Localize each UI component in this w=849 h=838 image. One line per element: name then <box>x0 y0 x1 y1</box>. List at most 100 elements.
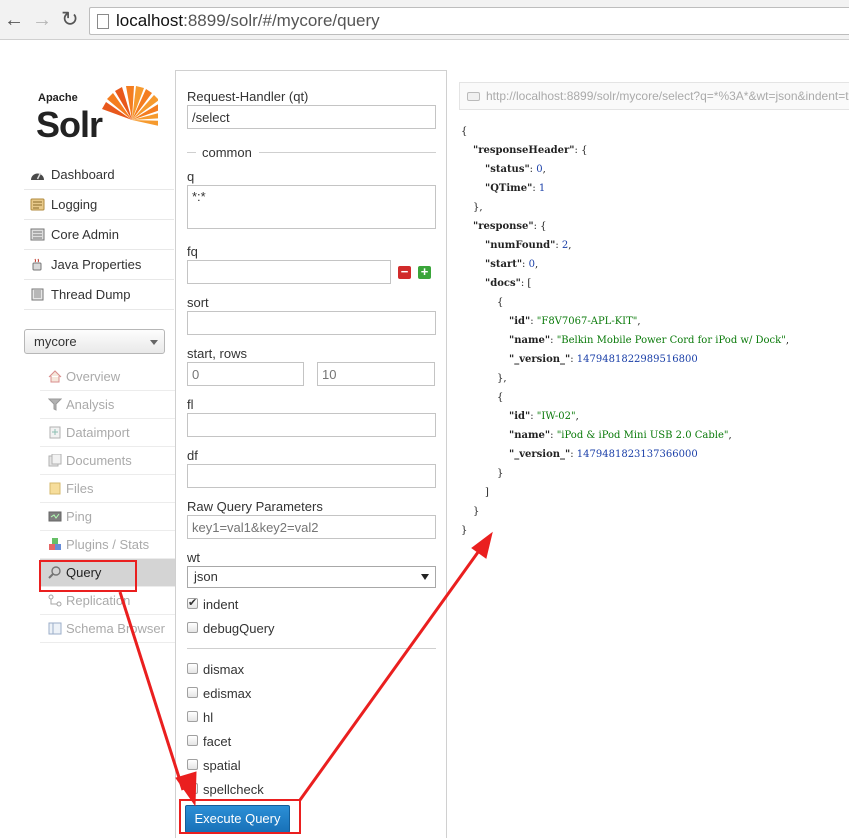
main-navigation: Dashboard Logging Core Admin Java Proper… <box>24 160 174 310</box>
form-divider <box>187 648 436 649</box>
sort-input[interactable] <box>187 311 436 335</box>
common-legend-line-right <box>259 152 436 153</box>
edismax-checkbox[interactable] <box>187 687 198 698</box>
json-punct: , <box>568 240 572 251</box>
forward-arrow-icon[interactable]: → <box>32 9 52 31</box>
json-line: "docs": [ <box>461 274 849 293</box>
json-key: "status" <box>485 164 530 175</box>
json-line: "id": "IW-02", <box>461 407 849 426</box>
core-nav-files[interactable]: Files <box>40 475 175 503</box>
start-input[interactable] <box>187 362 304 386</box>
address-bar[interactable]: localhost:8899/solr/#/mycore/query <box>89 7 849 35</box>
json-line: "name": "Belkin Mobile Power Cord for iP… <box>461 331 849 350</box>
json-punct: } <box>497 468 504 479</box>
json-punct: , <box>575 411 579 422</box>
raw-params-label: Raw Query Parameters <box>187 499 323 514</box>
json-punct: }, <box>473 202 483 213</box>
json-key: "id" <box>509 411 531 422</box>
hl-checkbox[interactable] <box>187 711 198 722</box>
json-string: "iPod & iPod Mini USB 2.0 Cable" <box>556 430 729 441</box>
rows-input[interactable] <box>317 362 435 386</box>
core-nav-analysis[interactable]: Analysis <box>40 391 175 419</box>
core-nav-documents[interactable]: Documents <box>40 447 175 475</box>
analysis-icon <box>48 398 62 411</box>
replication-icon <box>48 594 62 607</box>
facet-checkbox[interactable] <box>187 735 198 746</box>
dismax-checkbox[interactable] <box>187 663 198 674</box>
core-nav-ping[interactable]: Ping <box>40 503 175 531</box>
json-punct: } <box>461 525 468 536</box>
core-nav-dataimport[interactable]: Dataimport <box>40 419 175 447</box>
core-navigation: Overview Analysis Dataimport Documents F… <box>40 363 175 643</box>
raw-params-input[interactable] <box>187 515 436 539</box>
fq-input[interactable] <box>187 260 391 284</box>
core-nav-label: Overview <box>66 369 121 384</box>
nav-item-core-admin[interactable]: Core Admin <box>24 220 174 250</box>
dataimport-icon <box>49 426 61 439</box>
json-string: "IW-02" <box>536 411 576 422</box>
json-punct: , <box>637 316 641 327</box>
overview-icon <box>48 370 62 383</box>
logging-icon <box>30 198 45 211</box>
result-url-bar[interactable]: http://localhost:8899/solr/mycore/select… <box>459 82 849 110</box>
json-line: }, <box>461 369 849 388</box>
json-line: "numFound": 2, <box>461 236 849 255</box>
spellcheck-label: spellcheck <box>203 782 264 797</box>
json-key: "numFound" <box>485 240 556 251</box>
core-nav-overview[interactable]: Overview <box>40 363 175 391</box>
debugquery-label: debugQuery <box>203 621 275 636</box>
json-key: "name" <box>509 430 551 441</box>
core-nav-label: Documents <box>66 453 132 468</box>
back-arrow-icon[interactable]: ← <box>4 9 24 31</box>
dismax-label: dismax <box>203 662 245 677</box>
nav-item-label: Core Admin <box>51 227 119 242</box>
json-punct: : [ <box>520 278 532 289</box>
debugquery-checkbox[interactable] <box>187 622 198 633</box>
core-nav-label: Dataimport <box>66 425 130 440</box>
core-nav-schema-browser[interactable]: Schema Browser <box>40 615 175 643</box>
chevron-down-icon <box>421 574 429 580</box>
core-selector[interactable]: mycore <box>24 329 165 354</box>
wt-select[interactable]: json <box>187 566 436 588</box>
url-path: :8899/solr/#/mycore/query <box>183 11 380 30</box>
spatial-checkbox[interactable] <box>187 759 198 770</box>
reload-icon[interactable]: ↻ <box>61 9 79 31</box>
json-line: "_version_": 1479481823137366000 <box>461 445 849 464</box>
page-icon <box>97 14 109 29</box>
q-textarea[interactable]: *:* <box>187 185 436 229</box>
json-punct: }, <box>497 373 507 384</box>
fl-input[interactable] <box>187 413 436 437</box>
solr-logo[interactable]: Apache Solr <box>36 78 160 145</box>
json-line: "QTime": 1 <box>461 179 849 198</box>
edismax-label: edismax <box>203 686 252 701</box>
nav-item-logging[interactable]: Logging <box>24 190 174 220</box>
core-nav-label: Ping <box>66 509 93 524</box>
nav-item-label: Java Properties <box>51 257 142 272</box>
json-number: 1 <box>538 183 546 194</box>
nav-item-java-properties[interactable]: Java Properties <box>24 250 174 280</box>
add-fq-icon[interactable]: + <box>418 265 431 279</box>
core-nav-plugins-stats[interactable]: Plugins / Stats <box>40 531 175 559</box>
json-line: "name": "iPod & iPod Mini USB 2.0 Cable"… <box>461 426 849 445</box>
hl-label: hl <box>203 710 214 725</box>
indent-checkbox[interactable] <box>187 596 198 609</box>
core-nav-label: Analysis <box>66 397 115 412</box>
thread-dump-icon <box>31 288 44 301</box>
df-input[interactable] <box>187 464 436 488</box>
spatial-label: spatial <box>203 758 241 773</box>
request-handler-input[interactable] <box>187 105 436 129</box>
nav-item-thread-dump[interactable]: Thread Dump <box>24 280 174 310</box>
json-punct: { <box>497 392 504 403</box>
json-number: 1479481823137366000 <box>576 449 698 460</box>
ping-icon <box>48 511 62 522</box>
nav-item-dashboard[interactable]: Dashboard <box>24 160 174 190</box>
core-nav-label: Schema Browser <box>66 621 165 636</box>
json-key: "responseHeader" <box>473 145 575 156</box>
df-label: df <box>187 448 198 463</box>
spellcheck-checkbox[interactable] <box>187 783 198 794</box>
remove-fq-icon[interactable]: − <box>398 265 411 279</box>
json-line: { <box>461 388 849 407</box>
json-key: "response" <box>473 221 534 232</box>
json-line: { <box>461 293 849 312</box>
json-line: "response": { <box>461 217 849 236</box>
